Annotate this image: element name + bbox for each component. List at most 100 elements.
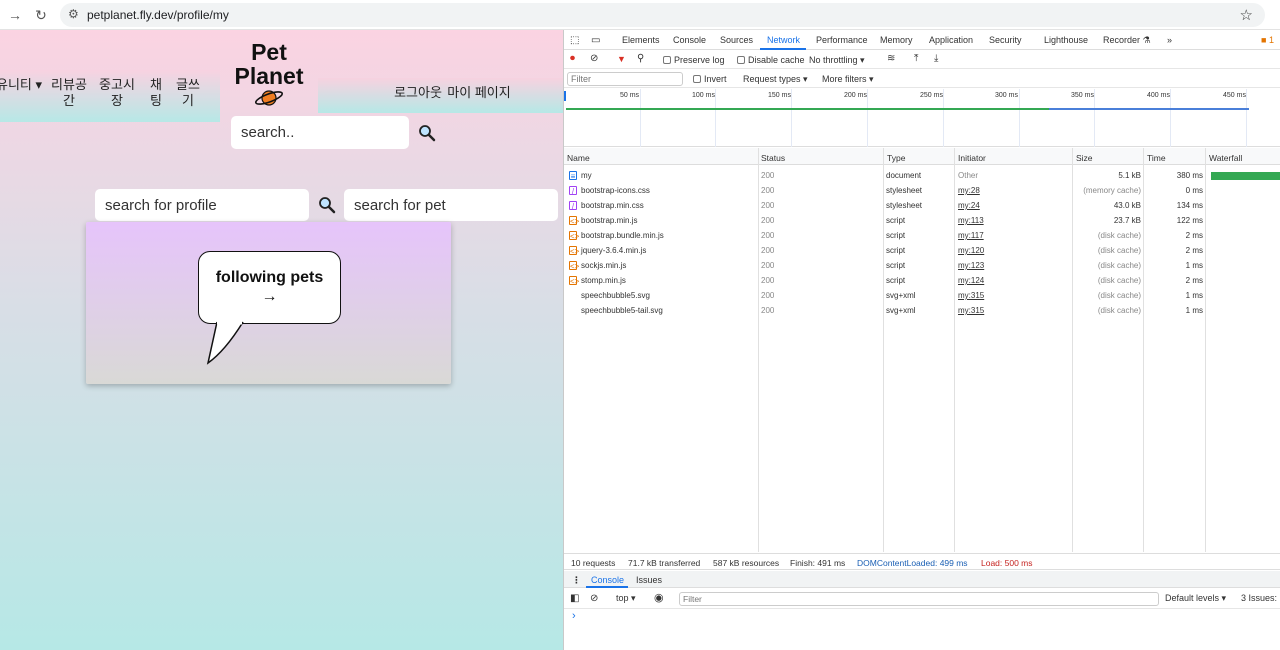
console-filter-input[interactable] (679, 592, 1159, 606)
context-selector[interactable]: top ▾ (616, 593, 636, 604)
tab-sources[interactable]: Sources (720, 35, 753, 45)
filter-icon[interactable]: ▼ (617, 54, 626, 64)
request-row[interactable]: <> stomp.min.js 200 script my:124 (disk cache… (564, 273, 1280, 288)
request-row[interactable]: speechbubble5-tail.svg 200 svg+xml my:315 (d… (564, 303, 1280, 318)
tab-application[interactable]: Application (929, 35, 973, 45)
default-levels-dropdown[interactable]: Default levels ▾ (1165, 593, 1226, 604)
speech-bubble-tail (206, 321, 244, 365)
col-type[interactable]: Type (887, 153, 905, 163)
more-tabs-icon[interactable]: » (1167, 35, 1172, 45)
network-conditions-icon[interactable]: ≋ (887, 53, 895, 64)
cell-initiator[interactable]: my:28 (958, 186, 980, 195)
clear-console-icon[interactable]: ⊘ (590, 593, 598, 604)
request-row[interactable]: <> sockjs.min.js 200 script my:123 (disk cach… (564, 258, 1280, 273)
nav-mypage[interactable]: 마이 페이지 (446, 85, 512, 101)
tab-performance[interactable]: Performance (816, 35, 868, 45)
site-logo[interactable]: Pet Planet (227, 40, 311, 88)
tab-memory[interactable]: Memory (880, 35, 913, 45)
tab-console[interactable]: Console (673, 35, 706, 45)
timeline-gridline (791, 89, 792, 147)
request-row[interactable]: <> bootstrap.bundle.min.js 200 script my:117… (564, 228, 1280, 243)
cell-initiator[interactable]: my:315 (958, 306, 984, 315)
cell-initiator[interactable]: my:24 (958, 201, 980, 210)
import-har-icon[interactable]: ⤒ (914, 53, 918, 64)
nav-chat[interactable]: 채팅 (146, 77, 166, 109)
pet-search-input[interactable] (344, 189, 558, 221)
nav-logout[interactable]: 로그아웃 (393, 85, 443, 101)
tab-lighthouse[interactable]: Lighthouse (1044, 35, 1088, 45)
col-waterfall[interactable]: Waterfall (1209, 153, 1242, 163)
cell-initiator[interactable]: my:113 (958, 216, 984, 225)
profile-search-icon[interactable] (318, 196, 336, 214)
disable-cache-box[interactable] (737, 56, 745, 64)
css-file-icon: / (569, 201, 577, 211)
search-network-icon[interactable]: ⚲ (637, 53, 644, 64)
col-name[interactable]: Name (567, 153, 590, 163)
bookmark-star-icon[interactable]: ☆ (1240, 6, 1253, 24)
following-pets-bubble[interactable]: following pets → (198, 251, 341, 324)
request-row[interactable]: speechbubble5.svg 200 svg+xml my:315 (disk c… (564, 288, 1280, 303)
timeline-gridline (640, 89, 641, 147)
nav-market[interactable]: 중고시장 (98, 77, 136, 109)
device-toggle-icon[interactable]: ▭ (591, 35, 600, 46)
col-initiator[interactable]: Initiator (958, 153, 986, 163)
site-info-icon[interactable]: ⚙ (68, 7, 79, 21)
address-bar[interactable]: ⚙ petplanet.fly.dev/profile/my ☆ (60, 3, 1265, 27)
preserve-log-box[interactable] (663, 56, 671, 64)
clear-icon[interactable]: ⊘ (590, 53, 598, 64)
nav-community[interactable]: 유니티 ▾ (0, 77, 44, 93)
devtools-panel: ⬚ ▭ Elements Console Sources Network Per… (563, 30, 1280, 650)
inspect-icon[interactable]: ⬚ (570, 35, 579, 46)
more-filters-dropdown[interactable]: More filters ▾ (822, 74, 874, 85)
request-row[interactable]: <> bootstrap.min.js 200 script my:113 23.7 kB… (564, 213, 1280, 228)
profile-search-input[interactable] (95, 189, 309, 221)
reload-icon[interactable]: ↻ (32, 6, 50, 24)
preserve-log-checkbox[interactable]: Preserve log (663, 55, 725, 65)
request-row[interactable]: / bootstrap.min.css 200 stylesheet my:24 43.0… (564, 198, 1280, 213)
col-status[interactable]: Status (761, 153, 785, 163)
cell-initiator[interactable]: my:117 (958, 231, 984, 240)
cell-initiator[interactable]: my:315 (958, 291, 984, 300)
cell-initiator[interactable]: my:124 (958, 276, 984, 285)
drawer-menu-icon[interactable]: ⋮ (572, 575, 581, 586)
forward-icon[interactable]: → (6, 6, 24, 24)
invert-checkbox[interactable]: Invert (693, 74, 727, 84)
network-filter-input[interactable] (567, 72, 683, 86)
tab-recorder[interactable]: Recorder ⚗ (1103, 35, 1151, 46)
request-row[interactable]: ≡ my 200 document Other 5.1 kB 380 ms (564, 168, 1280, 183)
nav-review[interactable]: 리뷰공간 (50, 77, 88, 109)
cell-name: stomp.min.js (581, 276, 626, 285)
drawer-tab-console[interactable]: Console (591, 575, 624, 585)
cell-initiator[interactable]: my:120 (958, 246, 984, 255)
record-icon[interactable]: ⏺ (570, 53, 575, 64)
cell-initiator[interactable]: my:123 (958, 261, 984, 270)
request-types-dropdown[interactable]: Request types ▾ (743, 74, 808, 85)
col-size[interactable]: Size (1076, 153, 1093, 163)
cell-name: speechbubble5-tail.svg (581, 306, 663, 315)
throttling-select[interactable]: No throttling ▾ (809, 55, 865, 66)
cell-type: document (886, 171, 922, 180)
drawer-tab-issues[interactable]: Issues (636, 575, 662, 585)
network-summary-bar: 10 requests 71.7 kB transferred 587 kB r… (564, 553, 1280, 570)
live-expression-eye-icon[interactable]: ◉ (654, 591, 664, 604)
nav-write[interactable]: 글쓰기 (175, 77, 201, 109)
timeline-tick: 250 ms (920, 92, 943, 99)
search-icon[interactable] (418, 124, 436, 142)
console-prompt[interactable]: › (572, 610, 576, 622)
invert-box[interactable] (693, 75, 701, 83)
request-row[interactable]: / bootstrap-icons.css 200 stylesheet my:28 (m… (564, 183, 1280, 198)
cell-size: 5.1 kB (1118, 171, 1141, 180)
network-overview-timeline[interactable]: 50 ms 100 ms 150 ms 200 ms 250 ms 300 ms… (564, 89, 1280, 147)
export-har-icon[interactable]: ⤓ (934, 53, 938, 64)
site-search-input[interactable] (231, 116, 409, 149)
tab-network[interactable]: Network (767, 35, 800, 45)
col-time[interactable]: Time (1147, 153, 1166, 163)
request-row[interactable]: <> jquery-3.6.4.min.js 200 script my:120 (dis… (564, 243, 1280, 258)
console-issues-count[interactable]: 3 Issues: (1241, 593, 1277, 603)
disable-cache-checkbox[interactable]: Disable cache (737, 55, 805, 65)
timeline-tick: 150 ms (768, 92, 791, 99)
tab-elements[interactable]: Elements (622, 35, 660, 45)
sidebar-toggle-icon[interactable]: ◧ (570, 593, 579, 604)
tab-security[interactable]: Security (989, 35, 1022, 45)
issues-badge[interactable]: ■ 1 (1261, 35, 1274, 45)
